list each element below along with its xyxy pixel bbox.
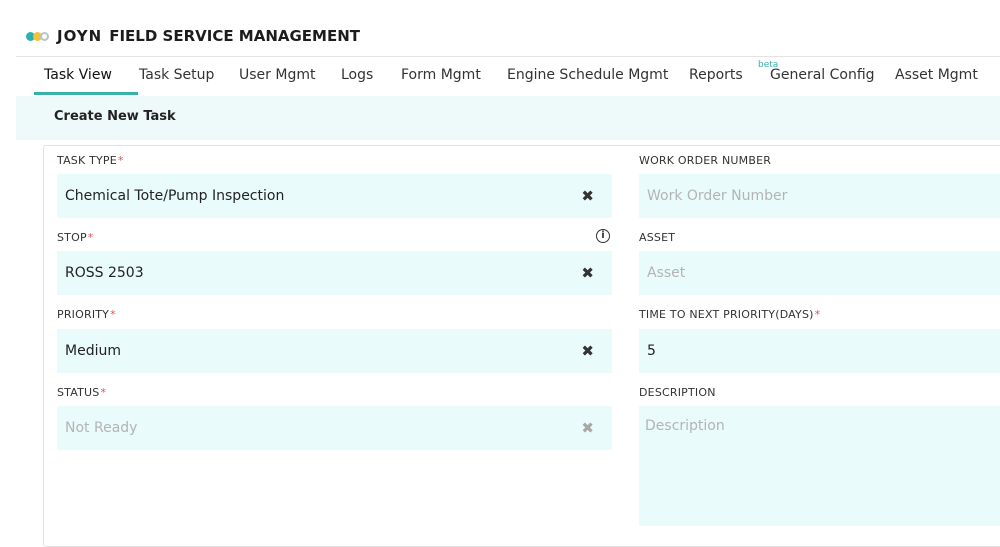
status-label: STATUS*: [57, 386, 107, 399]
tab-task-setup[interactable]: Task Setup: [139, 57, 214, 93]
clear-stop-icon[interactable]: ✖: [581, 263, 594, 283]
time-to-next-priority-field[interactable]: [639, 329, 1000, 373]
asset-input[interactable]: [647, 265, 1000, 281]
time-to-next-priority-label: TIME TO NEXT PRIORITY(DAYS)*: [639, 308, 821, 321]
description-textarea[interactable]: [645, 418, 994, 518]
main-nav-tabs: Task View Task Setup User Mgmt Logs Form…: [16, 56, 1000, 95]
tab-general-config[interactable]: General Config: [770, 57, 875, 93]
tab-asset-mgmt[interactable]: Asset Mgmt: [895, 57, 978, 93]
tab-engine-schedule-mgmt[interactable]: Engine Schedule Mgmt: [507, 57, 668, 93]
tab-logs[interactable]: Logs: [341, 57, 373, 93]
status-select[interactable]: Not Ready ✖: [57, 406, 612, 450]
joyn-logo-icon: [26, 31, 49, 41]
info-icon[interactable]: i: [596, 229, 610, 243]
priority-label: PRIORITY*: [57, 308, 116, 321]
work-order-label: WORK ORDER NUMBER: [639, 154, 772, 167]
task-type-label: TASK TYPE*: [57, 154, 124, 167]
description-label: DESCRIPTION: [639, 386, 716, 399]
app-title: FIELD SERVICE MANAGEMENT: [109, 27, 361, 45]
asset-field[interactable]: [639, 251, 1000, 295]
clear-status-icon[interactable]: ✖: [581, 418, 594, 438]
work-order-input[interactable]: [647, 188, 1000, 204]
tab-user-mgmt[interactable]: User Mgmt: [239, 57, 315, 93]
task-type-select[interactable]: Chemical Tote/Pump Inspection ✖: [57, 174, 612, 218]
tab-reports[interactable]: Reports: [689, 57, 743, 93]
stop-value: ROSS 2503: [65, 265, 144, 281]
tab-task-view[interactable]: Task View: [44, 57, 112, 93]
task-type-value: Chemical Tote/Pump Inspection: [65, 188, 285, 204]
status-placeholder: Not Ready: [65, 420, 138, 436]
create-new-task-button[interactable]: Create New Task: [54, 109, 176, 124]
asset-label: ASSET: [639, 231, 676, 244]
brand-name: JOYN: [57, 27, 103, 45]
app-header: JOYN FIELD SERVICE MANAGEMENT: [26, 24, 360, 48]
description-field[interactable]: [639, 406, 1000, 526]
active-tab-indicator: [34, 92, 138, 95]
clear-task-type-icon[interactable]: ✖: [581, 186, 594, 206]
priority-value: Medium: [65, 343, 121, 359]
priority-select[interactable]: Medium ✖: [57, 329, 612, 373]
tab-form-mgmt[interactable]: Form Mgmt: [401, 57, 481, 93]
stop-label: STOP*: [57, 231, 94, 244]
work-order-field[interactable]: [639, 174, 1000, 218]
clear-priority-icon[interactable]: ✖: [581, 341, 594, 361]
task-toolbar: Create New Task: [16, 96, 1000, 140]
stop-select[interactable]: ROSS 2503 ✖: [57, 251, 612, 295]
time-to-next-priority-input[interactable]: [647, 343, 1000, 359]
